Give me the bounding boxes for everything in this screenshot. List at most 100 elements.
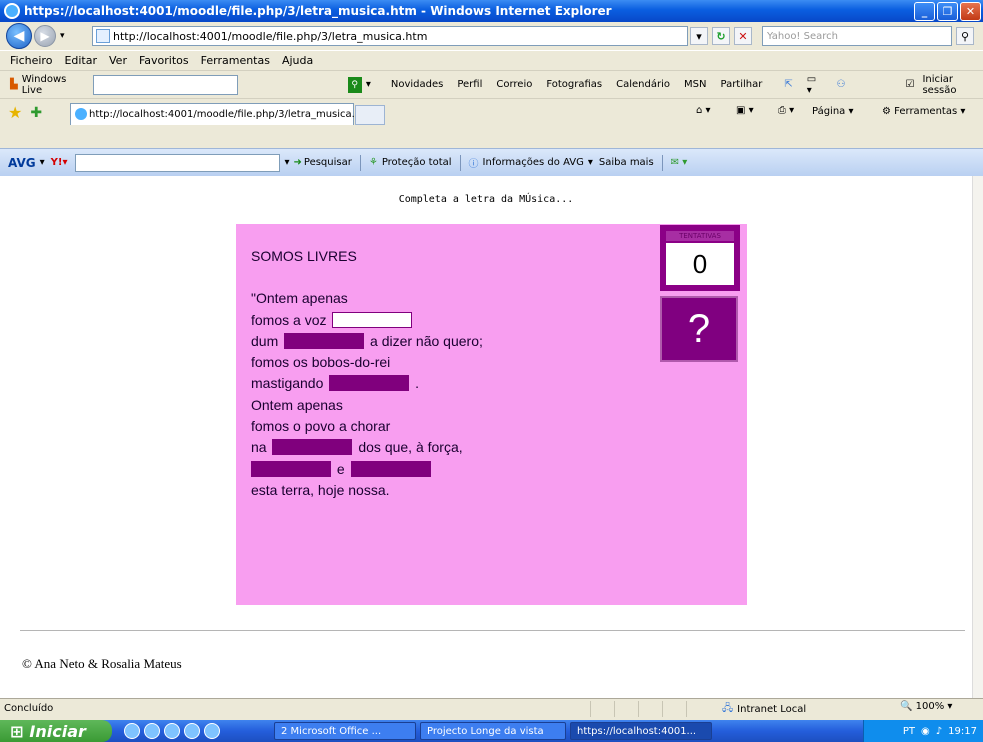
address-bar[interactable]: http://localhost:4001/moodle/file.php/3/… — [92, 26, 688, 46]
volume-icon[interactable]: ♪ — [936, 726, 942, 737]
tab-current[interactable]: http://localhost:4001/moodle/file.php/3/… — [70, 103, 364, 125]
taskbar-item-office[interactable]: 2 Microsoft Office ... — [274, 722, 416, 740]
lyric-line: Ontem apenas — [251, 395, 483, 416]
page-menu-label: Página — [812, 106, 846, 117]
lyric-line: fomos o povo a chorar — [251, 416, 483, 437]
task-label: https://localhost:4001... — [577, 725, 697, 737]
link-msn[interactable]: MSN — [684, 79, 706, 90]
menu-ferramentas[interactable]: Ferramentas — [201, 54, 270, 67]
tray-icon[interactable]: ◉ — [921, 726, 930, 737]
quick-launch-icon[interactable] — [204, 723, 220, 739]
task-label: Projecto Longe da vista — [427, 725, 544, 737]
maximize-button[interactable]: ❐ — [937, 2, 958, 21]
refresh-icon[interactable]: ↻ — [712, 27, 730, 45]
security-zone[interactable]: 🖧 Intranet Local — [722, 701, 806, 718]
tab-page-icon — [75, 108, 87, 120]
blank-1-input[interactable] — [332, 311, 413, 328]
lyric-text: . — [415, 375, 420, 392]
search-icon[interactable]: ⚲ — [956, 27, 974, 45]
tries-counter: TENTATIVAS 0 — [660, 225, 740, 291]
favorites-star-icon[interactable]: ★ — [8, 103, 22, 122]
hint-button[interactable]: ? — [660, 296, 738, 362]
menu-favoritos[interactable]: Favoritos — [139, 54, 189, 67]
lyric-line: esta terra, hoje nossa. — [251, 480, 483, 501]
taskbar-item-ie[interactable]: https://localhost:4001... — [570, 722, 712, 740]
windows-logo-icon: ⊞ — [10, 721, 24, 741]
forward-button[interactable]: ▶ — [34, 25, 56, 47]
signin-link[interactable]: Iniciar sessão — [922, 74, 983, 96]
avg-info-link[interactable]: Informações do AVG — [483, 157, 584, 168]
menu-ajuda[interactable]: Ajuda — [282, 54, 313, 67]
home-icon[interactable]: ⌂ ▾ — [696, 105, 711, 116]
options-icon[interactable]: ▭ ▾ — [807, 74, 823, 96]
quick-launch-icon[interactable] — [144, 723, 160, 739]
live-search-icon[interactable]: ⚲ — [347, 76, 362, 93]
language-indicator[interactable]: PT — [903, 726, 915, 737]
credit-text: © Ana Neto & Rosalia Mateus — [22, 656, 182, 671]
back-button[interactable]: ◀ — [6, 23, 32, 49]
system-tray: PT ◉ ♪ 19:17 — [863, 720, 983, 742]
history-dropdown-icon[interactable]: ▾ — [60, 31, 65, 41]
page-menu[interactable]: Página ▾ — [812, 106, 854, 117]
avg-info-dropdown-icon[interactable]: ▾ — [588, 157, 593, 168]
avg-search-dropdown-icon[interactable]: ▾ — [284, 157, 289, 168]
print-icon[interactable]: ⎙ ▾ — [778, 105, 794, 116]
link-calendario[interactable]: Calendário — [616, 79, 670, 90]
avg-pesquisar-button[interactable]: Pesquisar — [304, 157, 352, 168]
avg-protecao-link[interactable]: Proteção total — [382, 157, 452, 168]
link-novidades[interactable]: Novidades — [391, 79, 443, 90]
taskbar-item-folder[interactable]: Projecto Longe da vista — [420, 722, 566, 740]
quick-launch-icon[interactable] — [184, 723, 200, 739]
menu-editar[interactable]: Editar — [64, 54, 97, 67]
tools-menu[interactable]: ⚙ Ferramentas ▾ — [882, 106, 965, 117]
messenger-icon[interactable]: ⚇ — [837, 79, 846, 90]
live-dropdown-icon[interactable]: ▾ — [366, 79, 371, 90]
zoom-control[interactable]: 🔍 100% ▾ — [900, 701, 952, 712]
link-correio[interactable]: Correio — [496, 79, 532, 90]
new-tab-button[interactable] — [355, 105, 385, 125]
toolbar-separator — [459, 154, 461, 171]
footer-divider — [20, 630, 965, 631]
avg-saiba-link[interactable]: Saiba mais — [599, 157, 654, 168]
share-icon[interactable]: ⇱ — [784, 79, 792, 90]
windows-live-bar: ▙ Windows Live ⚲ ▾ Novidades Perfil Corr… — [0, 70, 983, 98]
quick-launch-icon[interactable] — [124, 723, 140, 739]
blank-3[interactable] — [329, 375, 410, 392]
avg-extra-icon[interactable]: ✉ ▾ — [671, 157, 688, 168]
start-button[interactable]: ⊞ Iniciar — [0, 720, 112, 742]
yahoo-icon[interactable]: Y!▾ — [51, 157, 68, 168]
web-content: Completa a letra da MÚsica... SOMOS LIVR… — [0, 176, 972, 698]
window-controls: _ ❐ ✕ — [914, 2, 981, 21]
menu-ficheiro[interactable]: Ficheiro — [10, 54, 52, 67]
menu-ver[interactable]: Ver — [109, 54, 127, 67]
feeds-icon[interactable]: ▣ ▾ — [736, 105, 754, 116]
windows-live-search-input[interactable] — [92, 74, 238, 95]
lyric-text: fomos o povo a chorar — [251, 418, 391, 435]
intranet-icon: 🖧 — [722, 703, 734, 714]
lyric-line: "Ontem apenas — [251, 288, 483, 309]
avg-search-input[interactable] — [75, 153, 281, 172]
link-partilhar[interactable]: Partilhar — [720, 79, 762, 90]
zoom-dropdown-icon[interactable]: ▾ — [947, 701, 952, 712]
blank-2[interactable] — [284, 332, 365, 349]
lyric-line: fomos a voz — [251, 310, 483, 331]
link-perfil[interactable]: Perfil — [457, 79, 482, 90]
quick-launch-icon[interactable] — [164, 723, 180, 739]
link-fotografias[interactable]: Fotografias — [546, 79, 602, 90]
stop-icon[interactable]: ✕ — [734, 27, 752, 45]
add-favorite-icon[interactable]: ✚ — [30, 105, 42, 121]
blank-6[interactable] — [350, 460, 431, 477]
protection-icon: ⚘ — [368, 157, 378, 168]
vertical-scrollbar[interactable] — [972, 176, 983, 698]
blank-4[interactable] — [272, 439, 353, 456]
close-button[interactable]: ✕ — [960, 2, 981, 21]
search-input[interactable]: Yahoo! Search — [762, 26, 952, 46]
minimize-button[interactable]: _ — [914, 2, 935, 21]
address-dropdown-icon[interactable]: ▾ — [690, 27, 708, 45]
blank-5[interactable] — [251, 460, 331, 477]
signin-checkbox-icon[interactable]: ☑ — [905, 79, 914, 90]
avg-dropdown-icon[interactable]: ▾ — [40, 157, 45, 168]
toolbar-separator — [359, 154, 361, 171]
avg-logo[interactable]: AVG — [8, 156, 36, 170]
lyric-text: Ontem apenas — [251, 396, 343, 413]
